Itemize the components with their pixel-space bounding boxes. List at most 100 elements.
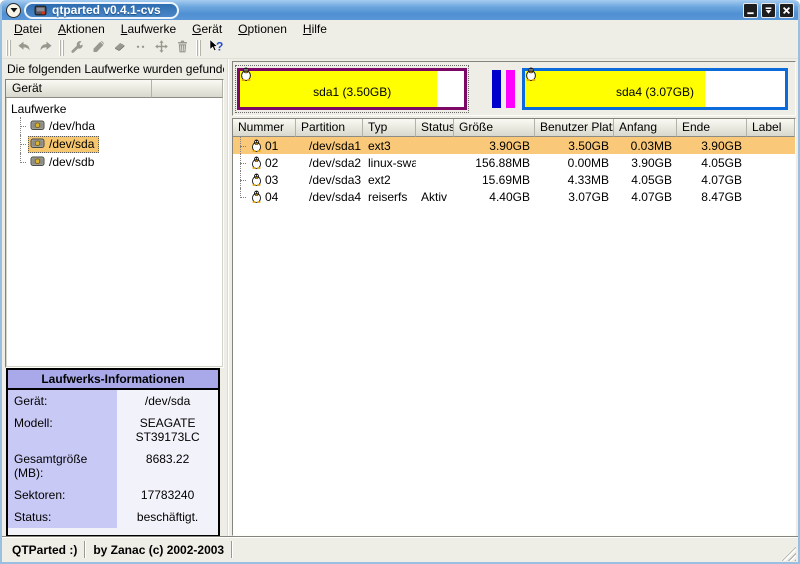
cell-anfang: 4.07GB: [614, 188, 677, 205]
column-header-benutzer-platz[interactable]: Benutzer Platz: [535, 119, 614, 137]
cell-nummer: 04: [233, 188, 296, 205]
menu-laufwerke[interactable]: Laufwerke: [113, 21, 184, 37]
cell-ende: 4.05GB: [677, 154, 747, 171]
tree-item-dev-sdb[interactable]: /dev/sdb: [8, 153, 223, 171]
device-entry[interactable]: /dev/sda: [28, 136, 99, 153]
hard-disk-icon: [30, 119, 45, 134]
cell-status: Aktiv: [416, 188, 454, 205]
info-value: beschäftigt.: [117, 506, 218, 528]
close-button[interactable]: [779, 3, 794, 18]
tux-icon: [251, 173, 262, 186]
devices-found-label: Die folgenden Laufwerke wurden gefunden:: [7, 62, 222, 76]
drive-info-footer: [8, 528, 218, 535]
qtparted-app-icon: [34, 4, 47, 17]
column-header-status[interactable]: Status: [416, 119, 454, 137]
partition-segment-sda2[interactable]: [492, 70, 501, 108]
cell-anfang: 3.90GB: [614, 154, 677, 171]
partition-segment-sda3[interactable]: [506, 70, 515, 108]
cell-label: [747, 154, 795, 171]
column-header-partition[interactable]: Partition: [296, 119, 363, 137]
cell-ende: 4.07GB: [677, 171, 747, 188]
panel-splitter[interactable]: [224, 59, 232, 536]
tree-branch: [235, 154, 248, 171]
cell-gr-e: 3.90GB: [454, 137, 535, 154]
column-header-gr-e[interactable]: Größe: [454, 119, 535, 137]
cell-gr-e: 4.40GB: [454, 188, 535, 205]
tree-header-geraet[interactable]: Gerät: [6, 80, 152, 98]
maximize-button[interactable]: [761, 3, 776, 18]
toolbar-handle[interactable]: [59, 40, 64, 56]
eraser-button[interactable]: [109, 38, 130, 58]
window-menu-button[interactable]: [6, 3, 21, 18]
resize-icon: [133, 39, 148, 57]
table-row-dev-sda4[interactable]: 04/dev/sda4reiserfsAktiv4.40GB3.07GB4.07…: [233, 188, 795, 205]
menu-aktionen[interactable]: Aktionen: [50, 21, 113, 37]
format-icon: [91, 39, 106, 57]
menu-datei[interactable]: Datei: [6, 21, 50, 37]
column-header-anfang[interactable]: Anfang: [614, 119, 677, 137]
move-button[interactable]: [151, 38, 172, 58]
menu-optionen[interactable]: Optionen: [230, 21, 295, 37]
whatsthis-button[interactable]: ?: [204, 38, 225, 58]
titlebar[interactable]: qtparted v0.4.1-cvs: [2, 0, 798, 20]
partition-table-header: NummerPartitionTypStatusGrößeBenutzer Pl…: [233, 119, 795, 137]
tux-icon: [251, 139, 262, 152]
tree-branch: [15, 153, 28, 171]
device-label: /dev/sda: [49, 137, 94, 151]
menu-hilfe[interactable]: Hilfe: [295, 21, 335, 37]
table-row-dev-sda1[interactable]: 01/dev/sda1ext33.90GB3.50GB0.03MB3.90GB: [233, 137, 795, 154]
tree-item-dev-hda[interactable]: /dev/hda: [8, 117, 223, 135]
table-row-dev-sda2[interactable]: 02/dev/sda2linux-swap156.88MB0.00MB3.90G…: [233, 154, 795, 171]
menubar: DateiAktionenLaufwerkeGerätOptionenHilfe: [2, 20, 798, 37]
resize-button[interactable]: [130, 38, 151, 58]
column-header-nummer[interactable]: Nummer: [233, 119, 296, 137]
column-header-label[interactable]: Label: [747, 119, 795, 137]
trash-icon: [175, 39, 190, 57]
device-tree-header[interactable]: Gerät: [6, 80, 223, 98]
redo-button[interactable]: [35, 38, 56, 58]
device-entry[interactable]: /dev/sdb: [28, 154, 99, 171]
drive-info-title: Laufwerks-Informationen: [8, 370, 218, 390]
move-icon: [154, 39, 169, 57]
cell-nummer: 03: [233, 171, 296, 188]
cell-nummer: 02: [233, 154, 296, 171]
tree-branch: [15, 117, 28, 135]
undo-button[interactable]: [14, 38, 35, 58]
cell-status: [416, 171, 454, 188]
menu-gerät[interactable]: Gerät: [184, 21, 230, 37]
tree-root-laufwerke[interactable]: Laufwerke: [8, 100, 223, 117]
partition-number: 03: [265, 173, 278, 187]
partition-segment-sda4[interactable]: sda4 (3.07GB): [520, 65, 791, 113]
close-icon: [782, 3, 791, 18]
column-header-typ[interactable]: Typ: [363, 119, 416, 137]
minimize-icon: [746, 3, 755, 18]
table-row-dev-sda3[interactable]: 03/dev/sda3ext215.69MB4.33MB4.05GB4.07GB: [233, 171, 795, 188]
cell-gr-e: 156.88MB: [454, 154, 535, 171]
device-tree: Gerät Laufwerke /dev/hda /dev/sda /dev/s…: [5, 79, 224, 368]
cell-status: [416, 154, 454, 171]
info-value: SEAGATE ST39173LC: [117, 412, 218, 448]
trash-button[interactable]: [172, 38, 193, 58]
info-label: Gesamtgröße (MB):: [8, 448, 117, 484]
partition-table: NummerPartitionTypStatusGrößeBenutzer Pl…: [232, 118, 796, 536]
partition-segment-label: sda1 (3.50GB): [240, 71, 464, 107]
partition-segment-sda1[interactable]: sda1 (3.50GB): [235, 65, 469, 113]
device-entry[interactable]: /dev/hda: [28, 118, 100, 135]
cell-partition: /dev/sda2: [296, 154, 363, 171]
tree-header-empty[interactable]: [152, 80, 223, 98]
cell-benutzer-platz: 4.33MB: [535, 171, 614, 188]
maximize-icon: [764, 3, 773, 18]
cell-label: [747, 137, 795, 154]
resize-grip-icon[interactable]: [781, 546, 796, 561]
statusbar: QTParted :) by Zanac (c) 2002-2003: [2, 536, 798, 562]
partition-panel: sda1 (3.50GB) sda4 (3.07GB) NummerPartit…: [232, 59, 798, 536]
minimize-button[interactable]: [743, 3, 758, 18]
cell-anfang: 0.03MB: [614, 137, 677, 154]
tree-item-dev-sda[interactable]: /dev/sda: [8, 135, 223, 153]
format-button[interactable]: [88, 38, 109, 58]
toolbar-handle[interactable]: [196, 40, 201, 56]
cell-label: [747, 171, 795, 188]
column-header-ende[interactable]: Ende: [677, 119, 747, 137]
wrench-button[interactable]: [67, 38, 88, 58]
toolbar-handle[interactable]: [6, 40, 11, 56]
